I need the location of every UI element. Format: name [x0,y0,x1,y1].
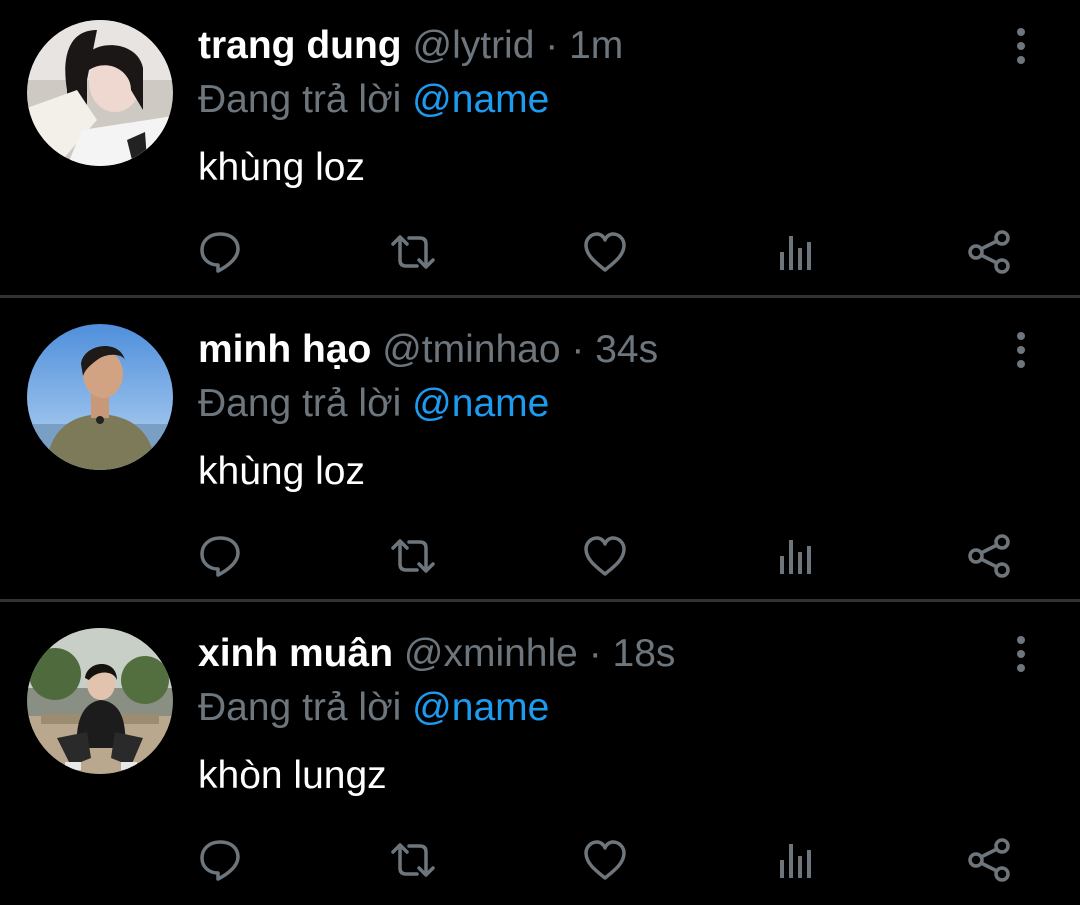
heart-icon[interactable] [581,532,629,580]
user-handle[interactable]: @lytrid [412,24,534,67]
action-bar [0,228,1080,278]
more-vertical-icon[interactable] [1004,330,1038,370]
action-bar [0,532,1080,582]
analytics-icon[interactable] [773,228,821,276]
share-icon[interactable] [966,228,1014,276]
divider [0,599,1080,602]
retweet-icon[interactable] [389,836,437,884]
tweet-text: khùng loz [198,146,365,189]
user-handle[interactable]: @tminhao [382,328,560,371]
replying-to: Đang trả lời @name [198,684,549,732]
tweet[interactable]: xinh muân @xminhle · 18s Đang trả lời @n… [0,608,1080,905]
tweet-header: minh hạo @tminhao · 34s [198,326,658,374]
replying-to-label: Đang trả lời [198,382,402,425]
reply-icon[interactable] [196,228,244,276]
display-name[interactable]: trang dung [198,24,402,67]
retweet-icon[interactable] [389,228,437,276]
user-handle[interactable]: @xminhle [404,632,578,675]
replying-to-label: Đang trả lời [198,78,402,121]
divider [0,295,1080,298]
tweet-header: xinh muân @xminhle · 18s [198,630,675,678]
avatar[interactable] [27,628,173,774]
action-bar [0,836,1080,886]
heart-icon[interactable] [581,836,629,884]
avatar-image [27,628,173,774]
display-name[interactable]: minh hạo [198,328,371,371]
reply-icon[interactable] [196,532,244,580]
more-vertical-icon[interactable] [1004,26,1038,66]
timestamp[interactable]: 34s [595,328,658,371]
tweet[interactable]: trang dung @lytrid · 1m Đang trả lời @na… [0,0,1080,304]
avatar-image [27,324,173,470]
analytics-icon[interactable] [773,532,821,580]
replying-to-label: Đang trả lời [198,686,402,729]
reply-feed: trang dung @lytrid · 1m Đang trả lời @na… [0,0,1080,905]
timestamp[interactable]: 18s [613,632,676,675]
replying-to: Đang trả lời @name [198,76,549,124]
tweet-text: khòn lungz [198,754,387,797]
tweet[interactable]: minh hạo @tminhao · 34s Đang trả lời @na… [0,304,1080,608]
retweet-icon[interactable] [389,532,437,580]
avatar-image [27,20,173,166]
share-icon[interactable] [966,532,1014,580]
mention-link[interactable]: @name [412,686,549,729]
mention-link[interactable]: @name [412,382,549,425]
more-vertical-icon[interactable] [1004,634,1038,674]
display-name[interactable]: xinh muân [198,632,393,675]
reply-icon[interactable] [196,836,244,884]
tweet-text: khùng loz [198,450,365,493]
timestamp[interactable]: 1m [569,24,623,67]
heart-icon[interactable] [581,228,629,276]
replying-to: Đang trả lời @name [198,380,549,428]
mention-link[interactable]: @name [412,78,549,121]
analytics-icon[interactable] [773,836,821,884]
separator-dot: · [571,328,585,371]
separator-dot: · [588,632,602,675]
share-icon[interactable] [966,836,1014,884]
avatar[interactable] [27,20,173,166]
avatar[interactable] [27,324,173,470]
separator-dot: · [545,24,559,67]
tweet-header: trang dung @lytrid · 1m [198,22,623,70]
